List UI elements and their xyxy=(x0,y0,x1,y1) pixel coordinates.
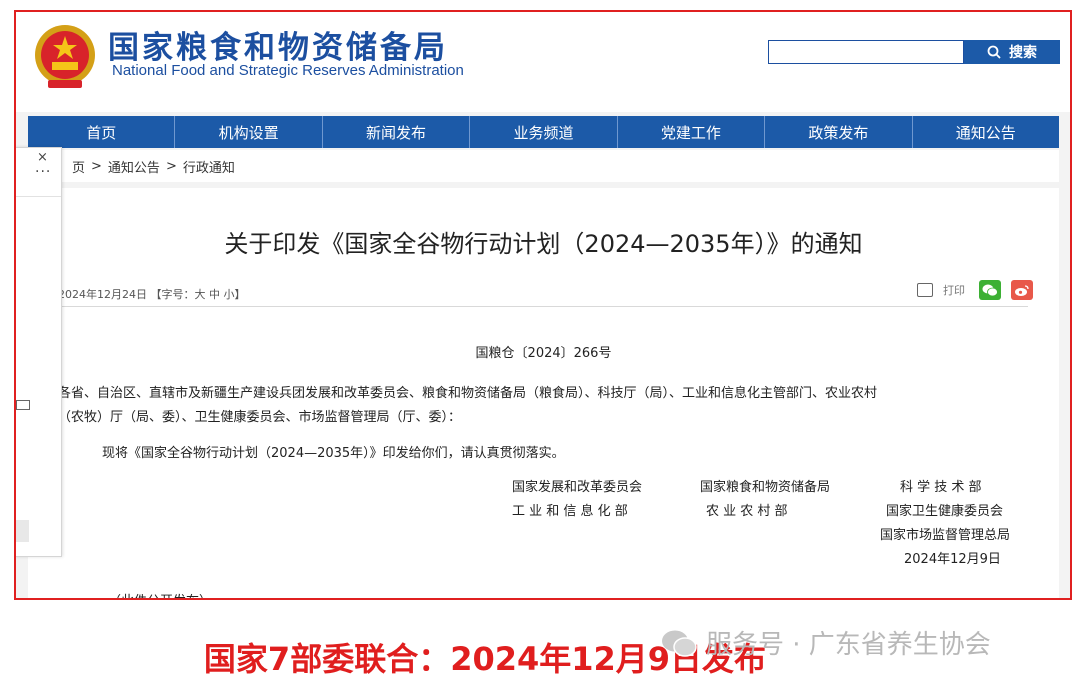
article-meta: 2024年12月24日 【字号：大 中 小】 xyxy=(58,288,246,301)
nav-item-home[interactable]: 首页 xyxy=(28,116,176,148)
main-nav: 首页 机构设置 新闻发布 业务频道 党建工作 政策发布 通知公告 xyxy=(28,116,1059,148)
close-icon[interactable]: × xyxy=(37,150,48,165)
signatory: 国家粮食和物资储备局 xyxy=(700,480,831,495)
document-number: 国粮仓〔2024〕266号 xyxy=(475,346,612,361)
nav-item-notices[interactable]: 通知公告 xyxy=(913,116,1059,148)
site-title-english[interactable]: National Food and Strategic Reserves Adm… xyxy=(112,62,464,79)
print-icon[interactable] xyxy=(917,283,933,297)
nav-item-news[interactable]: 新闻发布 xyxy=(323,116,471,148)
recipients-line-2: （农牧）厅（局、委）、卫生健康委员会、市场监督管理局（厅、委）： xyxy=(58,410,462,425)
video-icon[interactable] xyxy=(16,400,30,410)
watermark-text: 服务号 · 广东省养生协会 xyxy=(706,630,991,660)
wechat-icon xyxy=(982,284,998,296)
breadcrumb: 页 > 通知公告 > 行政通知 xyxy=(28,150,1059,182)
site-title-chinese[interactable]: 国家粮食和物资储备局 xyxy=(108,22,448,67)
search-icon xyxy=(987,45,1001,59)
national-emblem-icon[interactable] xyxy=(30,22,100,92)
article-container: 关于印发《国家全谷物行动计划（2024—2035年）》的通知 2024年12月2… xyxy=(28,188,1059,598)
issue-date: 2024年12月9日 xyxy=(904,552,1001,567)
article-tools: 打印 xyxy=(917,280,1033,300)
signatory: 国家发展和改革委员会 xyxy=(512,480,643,495)
divider xyxy=(16,196,61,197)
browser-viewport: 国家粮食和物资储备局 National Food and Strategic R… xyxy=(16,12,1070,598)
publication-note: （此件公开发布） xyxy=(108,590,212,598)
search-input[interactable] xyxy=(768,40,964,64)
wechat-watermark-icon xyxy=(662,630,697,657)
signatory: 科 学 技 术 部 xyxy=(900,480,982,495)
breadcrumb-separator: > xyxy=(91,158,102,174)
side-panel-tab[interactable] xyxy=(16,520,29,542)
search-bar: 搜索 xyxy=(768,40,1062,64)
body-paragraph: 现将《国家全谷物行动计划（2024—2035年）》印发给你们，请认真贯彻落实。 xyxy=(102,446,565,461)
breadcrumb-home[interactable]: 页 xyxy=(72,157,85,176)
signatory: 国家卫生健康委员会 xyxy=(886,504,1004,519)
recipients-line-1: 各省、自治区、直辖市及新疆生产建设兵团发展和改革委员会、粮食和物资储备局（粮食局… xyxy=(58,386,878,401)
floating-side-panel: × ··· xyxy=(16,147,62,557)
wechat-share-icon[interactable] xyxy=(979,280,1001,300)
search-button-label: 搜索 xyxy=(1009,45,1037,61)
weibo-share-icon[interactable] xyxy=(1011,280,1033,300)
nav-item-business[interactable]: 业务频道 xyxy=(470,116,618,148)
nav-item-party[interactable]: 党建工作 xyxy=(618,116,766,148)
breadcrumb-notices[interactable]: 通知公告 xyxy=(108,157,160,176)
divider xyxy=(58,306,1028,307)
site-header: 国家粮食和物资储备局 National Food and Strategic R… xyxy=(16,12,1070,112)
breadcrumb-admin-notices[interactable]: 行政通知 xyxy=(183,157,235,176)
search-button[interactable]: 搜索 xyxy=(964,40,1060,64)
signatory: 农 业 农 村 部 xyxy=(706,504,788,519)
nav-item-organization[interactable]: 机构设置 xyxy=(175,116,323,148)
article-title: 关于印发《国家全谷物行动计划（2024—2035年）》的通知 xyxy=(224,230,863,258)
print-label[interactable]: 打印 xyxy=(943,282,965,298)
screenshot-frame: 国家粮食和物资储备局 National Food and Strategic R… xyxy=(14,10,1072,600)
signatory: 工 业 和 信 息 化 部 xyxy=(512,504,628,519)
signatory: 国家市场监督管理总局 xyxy=(880,528,1011,543)
weibo-icon xyxy=(1015,284,1029,296)
watermark: 服务号 · 广东省养生协会 xyxy=(660,624,991,661)
breadcrumb-separator: > xyxy=(165,158,177,174)
more-icon[interactable]: ··· xyxy=(35,164,51,180)
nav-item-policy[interactable]: 政策发布 xyxy=(765,116,913,148)
